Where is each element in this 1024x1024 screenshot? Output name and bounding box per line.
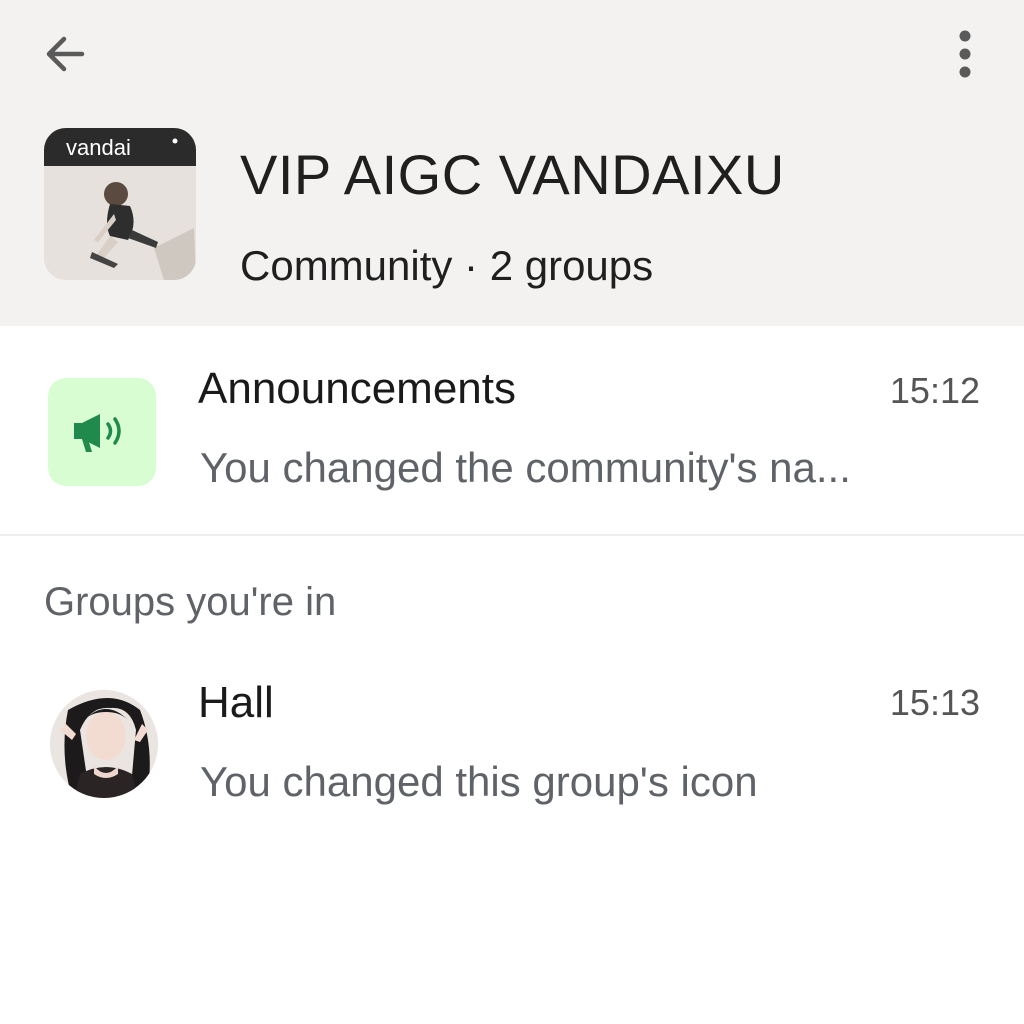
announcements-name: Announcements xyxy=(198,364,516,413)
announcements-time: 15:12 xyxy=(889,370,980,411)
back-button[interactable] xyxy=(36,26,96,82)
section-divider xyxy=(0,534,1024,536)
group-name: Hall xyxy=(198,678,274,727)
groups-section-header: Groups you're in xyxy=(44,580,337,624)
avatar-brand-text: vandai xyxy=(66,135,131,160)
community-title: VIP AIGC VANDAIXU xyxy=(240,143,785,206)
announcements-preview: You changed the community's na... xyxy=(200,444,851,491)
megaphone-icon xyxy=(74,414,121,452)
group-preview: You changed this group's icon xyxy=(200,758,758,805)
group-photo xyxy=(50,690,158,798)
group-row-hall[interactable]: Hall 15:13 You changed this group's icon xyxy=(0,660,1024,830)
community-page: vandai VIP AIGC VANDAIXU Community · 2 g… xyxy=(0,0,1024,1024)
more-vertical-icon xyxy=(959,30,971,78)
announcements-icon-tile xyxy=(48,378,156,486)
arrow-left-icon xyxy=(46,36,85,72)
more-options-button[interactable] xyxy=(940,24,990,84)
community-header: vandai VIP AIGC VANDAIXU Community · 2 g… xyxy=(0,0,1024,326)
community-avatar[interactable]: vandai xyxy=(44,128,196,280)
announcements-row[interactable]: Announcements 15:12 You changed the comm… xyxy=(0,326,1024,534)
group-avatar xyxy=(50,690,158,798)
community-subtitle: Community · 2 groups xyxy=(240,242,654,289)
community-photo: vandai xyxy=(44,128,196,280)
group-time: 15:13 xyxy=(889,682,980,723)
